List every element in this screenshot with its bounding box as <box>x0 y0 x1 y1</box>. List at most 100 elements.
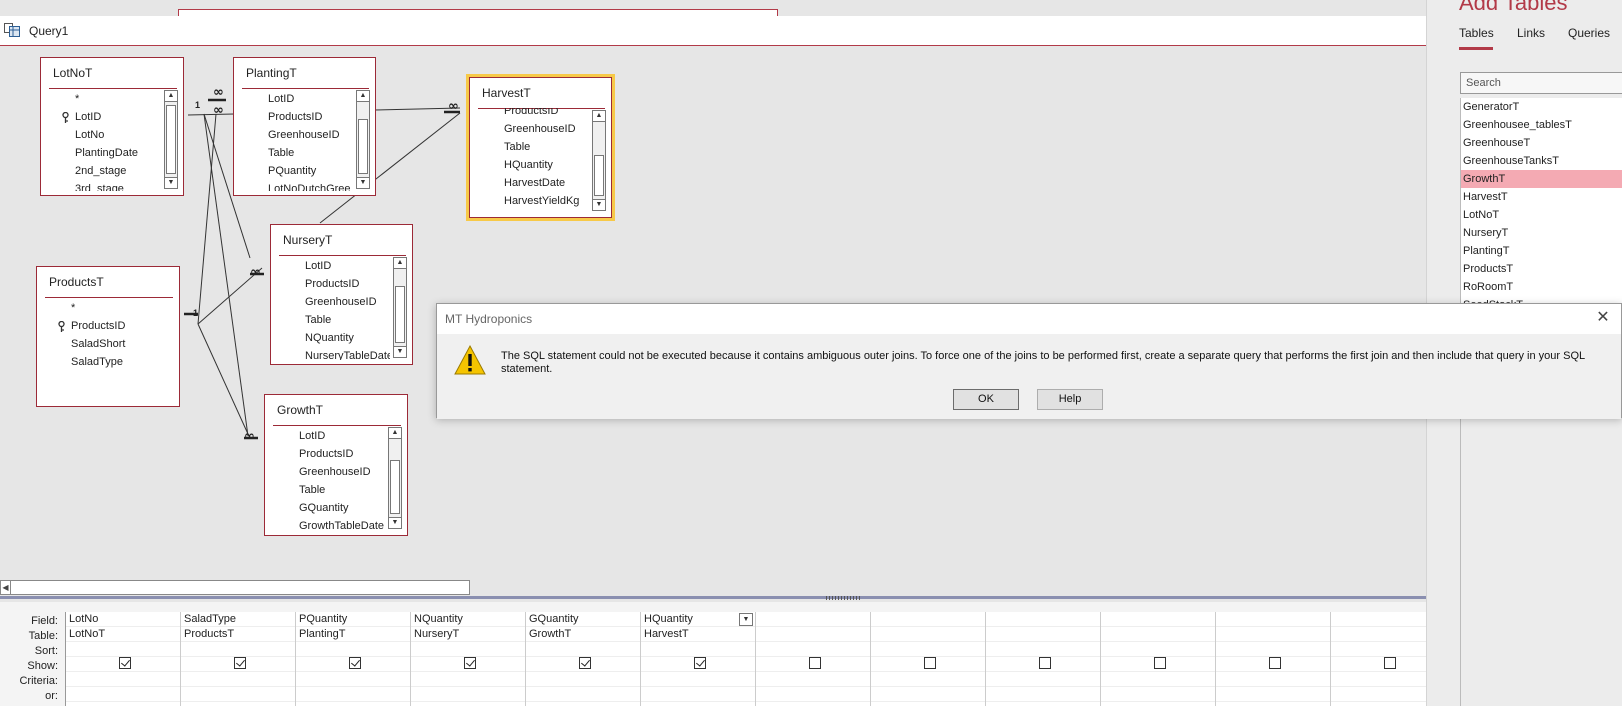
field-cell[interactable]: HQuantity ▼ <box>641 612 755 627</box>
show-checkbox[interactable] <box>693 657 706 670</box>
criteria-cell[interactable] <box>181 672 295 687</box>
sort-cell[interactable] <box>871 642 985 657</box>
scroll-down-icon[interactable]: ▼ <box>393 346 407 358</box>
show-checkbox[interactable] <box>578 657 591 670</box>
table-growtht[interactable]: GrowthT LotID ProductsID GreenhouseID Ta… <box>264 394 408 536</box>
scroll-thumb[interactable] <box>594 155 604 196</box>
field-item[interactable]: ProductsID <box>271 275 390 293</box>
sort-cell[interactable] <box>66 642 180 657</box>
show-checkbox[interactable] <box>233 657 246 670</box>
scroll-up-icon[interactable]: ▲ <box>393 257 407 269</box>
criteria-cell[interactable] <box>66 672 180 687</box>
table-cell[interactable] <box>756 627 870 642</box>
tab-tables[interactable]: Tables <box>1459 26 1494 40</box>
field-item[interactable]: SaladShort <box>37 335 173 353</box>
or-cell[interactable] <box>411 687 525 702</box>
tab-queries[interactable]: Queries <box>1568 26 1610 40</box>
field-item[interactable]: GreenhouseID <box>234 126 353 144</box>
criteria-cell[interactable] <box>641 672 755 687</box>
or-cell[interactable] <box>181 687 295 702</box>
field-item[interactable]: * <box>41 90 161 108</box>
sort-cell[interactable] <box>411 642 525 657</box>
field-cell[interactable] <box>1216 612 1330 627</box>
field-item[interactable]: GreenhouseID <box>470 120 589 138</box>
criteria-cell[interactable] <box>526 672 640 687</box>
criteria-cell[interactable] <box>411 672 525 687</box>
scroll-thumb[interactable] <box>166 105 176 174</box>
scroll-up-icon[interactable]: ▲ <box>592 110 606 122</box>
sort-cell[interactable] <box>1216 642 1330 657</box>
table-list-item[interactable]: GreenhouseT <box>1461 134 1622 152</box>
field-cell[interactable] <box>756 612 870 627</box>
query-tab[interactable]: Query1 <box>0 16 1426 46</box>
table-list-item[interactable]: ProductsT <box>1461 260 1622 278</box>
field-item[interactable]: ProductsID <box>265 445 385 463</box>
or-cell[interactable] <box>66 687 180 702</box>
chevron-down-icon[interactable]: ▼ <box>739 613 753 626</box>
criteria-cell[interactable] <box>756 672 870 687</box>
field-item[interactable]: LotID <box>234 90 353 108</box>
or-cell[interactable] <box>871 687 985 702</box>
table-list-item[interactable]: GreenhouseTanksT <box>1461 152 1622 170</box>
show-checkbox[interactable] <box>808 657 821 670</box>
field-item[interactable]: ProductsID <box>470 108 589 120</box>
field-list-scrollbar[interactable]: ▲ ▼ <box>164 90 178 189</box>
sort-cell[interactable] <box>526 642 640 657</box>
field-item[interactable]: GreenhouseID <box>271 293 390 311</box>
field-cell[interactable]: GQuantity <box>526 612 640 627</box>
scroll-up-icon[interactable]: ▲ <box>388 427 402 439</box>
show-checkbox[interactable] <box>348 657 361 670</box>
table-lotnot[interactable]: LotNoT * LotID LotNo PlantingDate 2nd_st… <box>40 57 184 196</box>
ok-button[interactable]: OK <box>953 389 1019 410</box>
field-cell[interactable]: SaladType <box>181 612 295 627</box>
field-item[interactable]: PlantingDate <box>41 144 161 162</box>
field-item[interactable]: HarvestYieldKg <box>470 192 589 210</box>
table-plantingt[interactable]: PlantingT LotID ProductsID GreenhouseID … <box>233 57 376 196</box>
scroll-up-icon[interactable]: ▲ <box>164 90 178 102</box>
field-cell[interactable] <box>871 612 985 627</box>
or-cell[interactable] <box>296 687 410 702</box>
field-item[interactable]: GreenhouseID <box>265 463 385 481</box>
field-item[interactable]: HarvestDate <box>470 174 589 192</box>
table-list-item[interactable]: RoRoomT <box>1461 278 1622 296</box>
table-nurseryt[interactable]: NurseryT LotID ProductsID GreenhouseID T… <box>270 224 413 365</box>
table-cell[interactable] <box>986 627 1100 642</box>
or-cell[interactable] <box>1101 687 1215 702</box>
show-checkbox[interactable] <box>118 657 131 670</box>
show-checkbox[interactable] <box>1383 657 1396 670</box>
field-item[interactable]: NQuantity <box>271 329 390 347</box>
table-cell[interactable]: GrowthT <box>526 627 640 642</box>
field-item[interactable]: Table <box>234 144 353 162</box>
field-item[interactable]: SaladType <box>37 353 173 371</box>
table-list-item[interactable]: HarvestT <box>1461 188 1622 206</box>
sort-cell[interactable] <box>296 642 410 657</box>
table-list-item[interactable]: GrowthT <box>1461 170 1622 188</box>
or-cell[interactable] <box>526 687 640 702</box>
field-list-scrollbar[interactable]: ▲ ▼ <box>388 427 402 529</box>
or-cell[interactable] <box>641 687 755 702</box>
show-checkbox[interactable] <box>923 657 936 670</box>
field-list-scrollbar[interactable]: ▲ ▼ <box>393 257 407 358</box>
table-cell[interactable] <box>1101 627 1215 642</box>
field-item[interactable]: GQuantity <box>265 499 385 517</box>
table-cell[interactable] <box>871 627 985 642</box>
table-list-item[interactable]: GeneratorT <box>1461 98 1622 116</box>
table-harvestt[interactable]: HarvestT ProductsID GreenhouseID Table H… <box>466 74 615 221</box>
field-item[interactable]: ProductsID <box>234 108 353 126</box>
close-icon[interactable]: ✕ <box>1593 308 1613 328</box>
field-list-scrollbar[interactable]: ▲ ▼ <box>592 110 606 211</box>
table-cell[interactable]: ProductsT <box>181 627 295 642</box>
scroll-down-icon[interactable]: ▼ <box>356 177 370 189</box>
scroll-down-icon[interactable]: ▼ <box>388 517 402 529</box>
splitter-grip-icon[interactable] <box>826 596 860 600</box>
table-list-item[interactable]: PlantingT <box>1461 242 1622 260</box>
field-list-scrollbar[interactable]: ▲ ▼ <box>356 90 370 189</box>
table-productst[interactable]: ProductsT * ProductsID SaladShort SaladT… <box>36 266 180 407</box>
sort-cell[interactable] <box>986 642 1100 657</box>
canvas-horizontal-scrollbar[interactable]: ◀ <box>0 580 470 595</box>
field-item[interactable]: * <box>37 299 173 317</box>
or-cell[interactable] <box>756 687 870 702</box>
field-item[interactable]: GrowthTableDate <box>265 517 385 531</box>
field-cell[interactable]: LotNo <box>66 612 180 627</box>
field-cell[interactable] <box>986 612 1100 627</box>
